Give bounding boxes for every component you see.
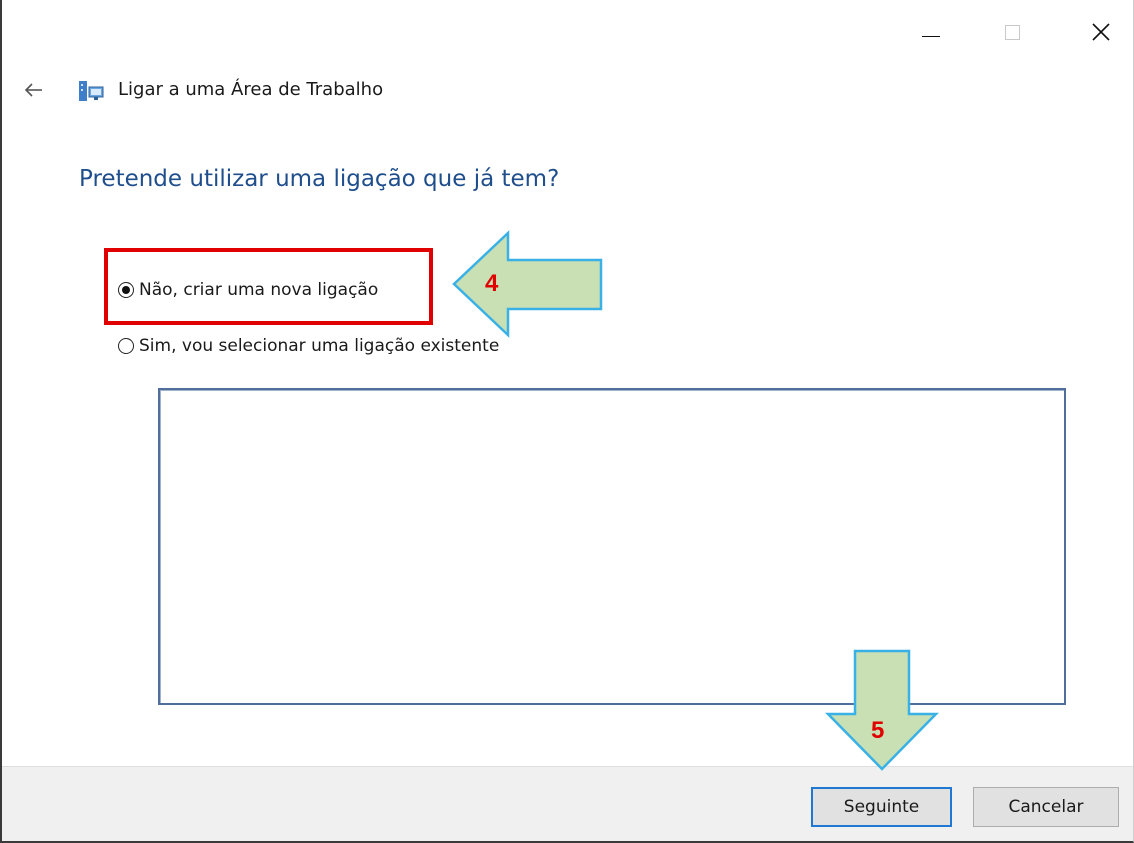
dialog-title: Ligar a uma Área de Trabalho	[118, 79, 384, 100]
next-button[interactable]: Seguinte	[811, 787, 952, 827]
back-button[interactable]	[22, 80, 48, 100]
radio-use-existing-connection[interactable]: Sim, vou selecionar uma ligação existent…	[118, 336, 499, 356]
existing-connections-list[interactable]	[158, 388, 1066, 705]
radio-button-selected[interactable]	[118, 282, 134, 298]
close-icon	[1092, 23, 1110, 41]
back-arrow-icon	[24, 83, 42, 97]
cancel-button[interactable]: Cancelar	[973, 787, 1119, 827]
radio-label-use-existing: Sim, vou selecionar uma ligação existent…	[139, 336, 500, 356]
radio-label-create-new: Não, criar uma nova ligação	[139, 280, 379, 300]
step-number-5: 5	[871, 717, 885, 744]
maximize-button[interactable]	[995, 14, 1035, 50]
minimize-button[interactable]	[910, 14, 950, 50]
step-number-4: 4	[485, 270, 499, 297]
close-button[interactable]	[1082, 14, 1122, 50]
left-arrow-annotation-icon	[452, 230, 603, 338]
radio-button-unselected[interactable]	[118, 338, 134, 354]
workplace-connection-icon	[78, 80, 104, 102]
page-question: Pretende utilizar uma ligação que já tem…	[79, 166, 560, 192]
radio-create-new-connection[interactable]: Não, criar uma nova ligação	[118, 280, 378, 300]
dialog-footer	[2, 766, 1133, 841]
dialog-window: Ligar a uma Área de Trabalho Pretende ut…	[0, 0, 1134, 843]
